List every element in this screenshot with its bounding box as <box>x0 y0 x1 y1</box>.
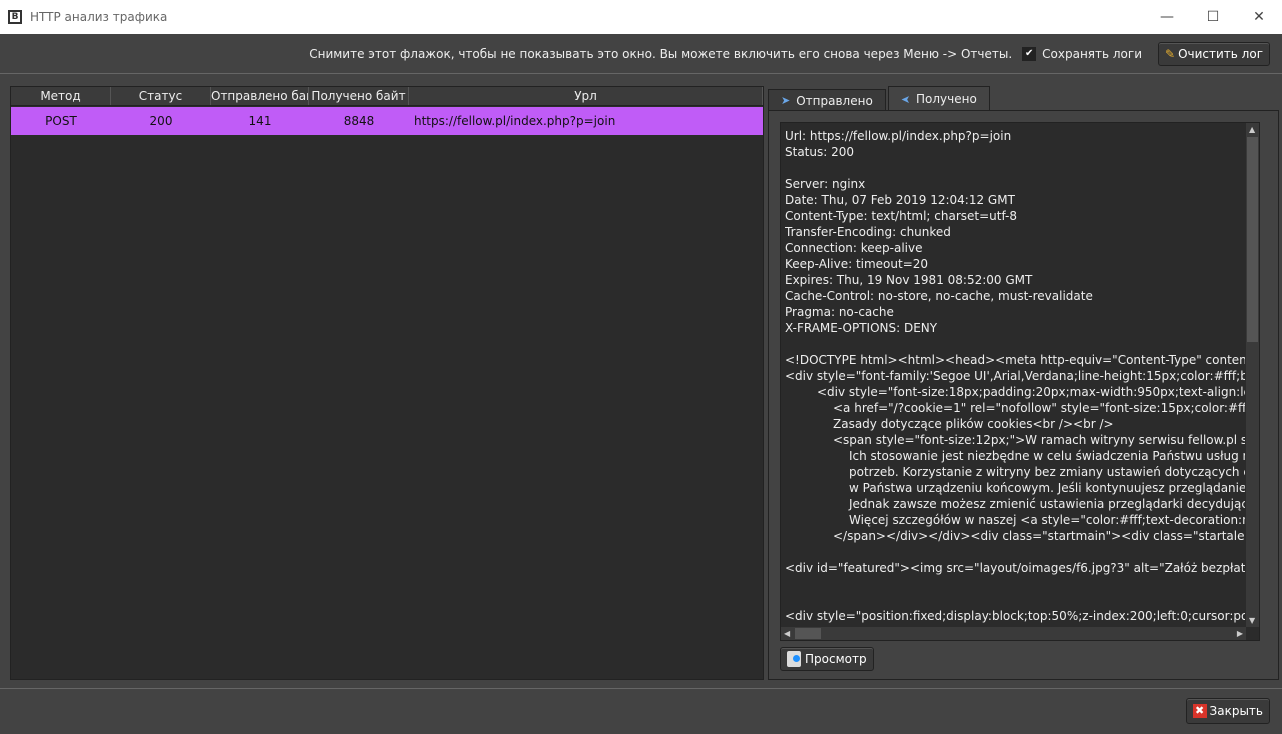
response-line: <!DOCTYPE html><html><head><meta http-eq… <box>785 353 1245 367</box>
arrow-right-icon: ➤ <box>781 94 791 107</box>
response-lines: Url: https://fellow.pl/index.php?p=join S… <box>785 128 1245 626</box>
response-line: potrzeb. Korzystanie z witryny bez zmian… <box>849 465 1245 479</box>
column-header-url[interactable]: Урл <box>409 87 763 105</box>
response-line: Cache-Control: no-store, no-cache, must-… <box>785 289 1093 303</box>
response-line: <div style="position:fixed;display:block… <box>785 609 1245 623</box>
response-line: </span></div></div><div class="startmain… <box>833 529 1245 543</box>
tab-sent[interactable]: ➤ Отправлено <box>768 89 886 111</box>
tab-received-label: Получено <box>916 92 977 106</box>
response-line: <div id="featured"><img src="layout/oima… <box>785 561 1245 575</box>
response-line: Ich stosowanie jest niezbędne w celu świ… <box>849 449 1245 463</box>
response-line: Url: https://fellow.pl/index.php?p=join <box>785 129 1012 143</box>
response-line: Keep-Alive: timeout=20 <box>785 257 929 271</box>
response-line <box>785 544 1245 560</box>
response-line <box>785 336 1245 352</box>
cell-status: 200 <box>149 114 173 128</box>
response-line: Transfer-Encoding: chunked <box>785 225 951 239</box>
app-icon: B <box>8 10 22 24</box>
clear-log-button[interactable]: ✎ Очистить лог <box>1158 41 1270 66</box>
preview-button[interactable]: Просмотр <box>780 647 874 671</box>
arrow-left-icon: ➤ <box>900 92 911 106</box>
preview-label: Просмотр <box>805 652 867 666</box>
response-line: w Państwa urządzeniu końcowym. Jeśli kon… <box>849 481 1245 495</box>
tab-sent-label: Отправлено <box>796 93 873 108</box>
response-line: Date: Thu, 07 Feb 2019 12:04:12 GMT <box>785 193 1015 207</box>
close-x-icon: ✖ <box>1192 704 1207 718</box>
response-line: Server: nginx <box>785 177 866 191</box>
response-line: X-FRAME-OPTIONS: DENY <box>785 321 938 335</box>
cell-received: 8848 <box>343 114 375 128</box>
maximize-button[interactable]: ☐ <box>1190 0 1236 34</box>
close-window-button[interactable]: ✕ <box>1236 0 1282 34</box>
cell-method: POST <box>45 114 77 128</box>
response-line: Zasady dotyczące plików cookies<br /><br… <box>833 417 1114 431</box>
minimize-button[interactable]: — <box>1144 0 1190 34</box>
notice-text: Снимите этот флажок, чтобы не показывать… <box>309 46 1013 61</box>
response-line: Jednak zawsze możesz zmienić ustawienia … <box>849 497 1245 511</box>
cell-url: https://fellow.pl/index.php?p=join <box>414 114 616 128</box>
table-row[interactable]: POST 200 141 8848 https://fellow.pl/inde… <box>11 107 763 135</box>
save-logs-label[interactable]: Сохранять логи <box>1042 47 1142 61</box>
broom-icon: ✎ <box>1165 46 1176 61</box>
column-header-received[interactable]: Получено байт <box>309 87 409 105</box>
response-line: <div style="font-family:'Segoe UI',Arial… <box>785 369 1245 383</box>
response-line: Więcej szczegółów w naszej <a style="col… <box>849 513 1245 527</box>
response-line: Status: 200 <box>785 145 854 159</box>
close-label: Закрыть <box>1209 704 1263 718</box>
table-header: Метод Статус Отправлено байт Получено ба… <box>11 87 763 106</box>
title-bar: B HTTP анализ трафика — ☐ ✕ <box>0 0 1282 34</box>
vertical-scrollbar[interactable]: ▲ ▼ <box>1246 123 1259 627</box>
toolbar: Снимите этот флажок, чтобы не показывать… <box>0 34 1282 74</box>
response-line: <span style="font-size:12px;">W ramach w… <box>833 433 1245 447</box>
response-line: Connection: keep-alive <box>785 241 923 255</box>
column-header-status[interactable]: Статус <box>111 87 211 105</box>
response-text-area[interactable]: Url: https://fellow.pl/index.php?p=join S… <box>780 122 1260 641</box>
preview-icon <box>787 651 801 667</box>
column-header-sent[interactable]: Отправлено байт <box>211 87 309 105</box>
traffic-table: Метод Статус Отправлено байт Получено ба… <box>10 86 764 680</box>
detail-panel: ➤ Отправлено ➤ Получено Url: https://fello… <box>768 86 1279 680</box>
response-line: <a href="/?cookie=1" rel="nofollow" styl… <box>833 401 1245 415</box>
tab-received[interactable]: ➤ Получено <box>887 86 990 111</box>
cell-sent: 141 <box>248 114 272 128</box>
save-logs-checkbox[interactable]: ✔ <box>1022 46 1037 61</box>
window-title: HTTP анализ трафика <box>30 10 168 24</box>
response-line: Pragma: no-cache <box>785 305 894 319</box>
divider <box>0 688 1282 689</box>
column-header-method[interactable]: Метод <box>11 87 111 105</box>
response-line <box>785 160 1245 176</box>
response-line <box>785 576 1245 592</box>
clear-log-label: Очистить лог <box>1178 46 1263 61</box>
response-line: <div style="font-size:18px;padding:20px;… <box>817 385 1245 399</box>
response-line: Expires: Thu, 19 Nov 1981 08:52:00 GMT <box>785 273 1033 287</box>
response-line: Content-Type: text/html; charset=utf-8 <box>785 209 1018 223</box>
response-line <box>785 592 1245 608</box>
horizontal-scrollbar[interactable]: ◀ ▶ <box>781 627 1246 640</box>
close-button[interactable]: ✖ Закрыть <box>1185 698 1270 724</box>
